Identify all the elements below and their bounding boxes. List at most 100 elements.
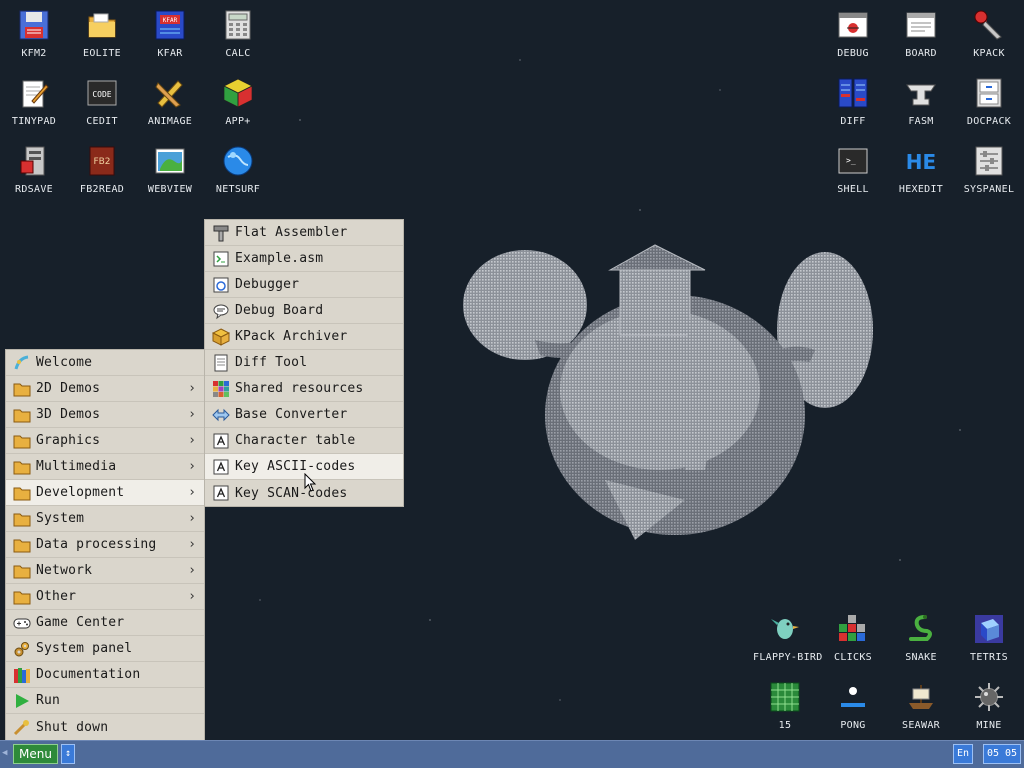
rdsave-desktop-icon[interactable]: RDSAVE [2, 136, 66, 195]
icon-label: SEAWAR [902, 720, 940, 731]
submenu-item-diff-tool[interactable]: Diff Tool [205, 350, 403, 376]
fb2read-desktop-icon[interactable]: FB2 FB2READ [70, 136, 134, 195]
cedit-desktop-icon[interactable]: CODE CEDIT [70, 68, 134, 127]
folder-icon [12, 536, 32, 554]
gears-icon [12, 640, 32, 658]
menu-item-system[interactable]: System › [6, 506, 204, 532]
fasm-desktop-icon[interactable]: FASM [889, 68, 953, 127]
icon-label: KFAR [157, 48, 183, 59]
kfar-desktop-icon[interactable]: KFAR KFAR [138, 0, 202, 59]
netsurf-desktop-icon[interactable]: NETSURF [206, 136, 270, 195]
snake-icon [904, 612, 938, 646]
submenu-item-label: KPack Archiver [235, 329, 348, 344]
flappy-bird-desktop-icon[interactable]: FLAPPY-BIRD [753, 604, 822, 663]
menu-item-label: System panel [36, 641, 133, 656]
clicks-desktop-icon[interactable]: CLICKS [821, 604, 885, 663]
sailing-ship-icon [904, 680, 938, 714]
chevron-right-icon: › [188, 407, 196, 422]
fifteen-desktop-icon[interactable]: 15 [753, 672, 817, 731]
menu-item-network[interactable]: Network › [6, 558, 204, 584]
submenu-item-kpack-archiver[interactable]: KPack Archiver [205, 324, 403, 350]
hexedit-desktop-icon[interactable]: HE HEXEDIT [889, 136, 953, 195]
icon-label: DOCPACK [966, 116, 1012, 127]
letter-a-icon [211, 484, 231, 502]
submenu-item-label: Diff Tool [235, 355, 308, 370]
seawar-desktop-icon[interactable]: SEAWAR [889, 672, 953, 731]
submenu-item-flat-assembler[interactable]: Flat Assembler [205, 220, 403, 246]
icon-label: EOLITE [83, 48, 121, 59]
tetris-desktop-icon[interactable]: TETRIS [957, 604, 1021, 663]
fb2-glyph: FB2 [93, 157, 110, 167]
submenu-item-character-table[interactable]: Character table [205, 428, 403, 454]
menu-item-other[interactable]: Other › [6, 584, 204, 610]
language-indicator[interactable]: En [953, 744, 973, 764]
kpack-desktop-icon[interactable]: KPACK [957, 0, 1021, 59]
animage-desktop-icon[interactable]: ANIMAGE [138, 68, 202, 127]
development-submenu: Flat Assembler Example.asm Debugger Debu… [204, 219, 404, 507]
mine-desktop-icon[interactable]: MINE [957, 672, 1021, 731]
menu-item-2d-demos[interactable]: 2D Demos › [6, 376, 204, 402]
paddle-ball-icon [836, 680, 870, 714]
folder-icon [85, 8, 119, 42]
rubik-cube-icon [221, 76, 255, 110]
webview-desktop-icon[interactable]: WEBVIEW [138, 136, 202, 195]
syspanel-desktop-icon[interactable]: SYSPANEL [957, 136, 1021, 195]
menu-item-welcome[interactable]: Welcome [6, 350, 204, 376]
letter-a-icon [211, 458, 231, 476]
menu-item-graphics[interactable]: Graphics › [6, 428, 204, 454]
icon-label: DEBUG [837, 48, 869, 59]
menu-item-multimedia[interactable]: Multimedia › [6, 454, 204, 480]
docpack-desktop-icon[interactable]: DOCPACK [957, 68, 1021, 127]
submenu-item-shared-resources[interactable]: Shared resources [205, 376, 403, 402]
tetris-cube-icon [972, 612, 1006, 646]
calc-desktop-icon[interactable]: CALC [206, 0, 270, 59]
board-desktop-icon[interactable]: BOARD [889, 0, 953, 59]
grid-puzzle-icon [768, 680, 802, 714]
menu-button[interactable]: Menu [13, 744, 58, 764]
menu-item-game-center[interactable]: Game Center [6, 610, 204, 636]
globe-icon [221, 144, 255, 178]
chevron-right-icon: › [188, 433, 196, 448]
icon-label: SNAKE [905, 652, 937, 663]
menu-item-system-panel[interactable]: System panel [6, 636, 204, 662]
icon-label: ANIMAGE [147, 116, 193, 127]
icon-label: HEXEDIT [898, 184, 944, 195]
app-plus-desktop-icon[interactable]: APP+ [206, 68, 270, 127]
submenu-item-debugger[interactable]: Debugger [205, 272, 403, 298]
book-icon: FB2 [85, 144, 119, 178]
cedit-glyph: CODE [92, 90, 111, 99]
bird-icon [768, 612, 802, 646]
submenu-item-label: Example.asm [235, 251, 324, 266]
folder-icon [12, 484, 32, 502]
shell-desktop-icon[interactable]: >_ SHELL [821, 136, 885, 195]
menu-item-3d-demos[interactable]: 3D Demos › [6, 402, 204, 428]
submenu-item-debug-board[interactable]: Debug Board [205, 298, 403, 324]
diff-desktop-icon[interactable]: DIFF [821, 68, 885, 127]
tinypad-desktop-icon[interactable]: TINYPAD [2, 68, 66, 127]
menu-item-shut-down[interactable]: Shut down [6, 714, 204, 740]
icon-label: CLICKS [834, 652, 872, 663]
snake-desktop-icon[interactable]: SNAKE [889, 604, 953, 663]
menu-item-documentation[interactable]: Documentation [6, 662, 204, 688]
submenu-item-base-converter[interactable]: Base Converter [205, 402, 403, 428]
archive-box-icon [211, 327, 231, 346]
menu-item-data-processing[interactable]: Data processing › [6, 532, 204, 558]
task-switch-button[interactable]: ↕ [61, 744, 75, 764]
pong-desktop-icon[interactable]: PONG [821, 672, 885, 731]
chevron-right-icon: › [188, 537, 196, 552]
icon-label: RDSAVE [15, 184, 53, 195]
document-icon [211, 354, 231, 372]
debug-desktop-icon[interactable]: DEBUG [821, 0, 885, 59]
taskbar-left-arrow-icon[interactable]: ◀ [2, 748, 7, 758]
taskbar [0, 740, 1024, 768]
menu-item-development[interactable]: Development › [6, 480, 204, 506]
menu-item-run[interactable]: Run [6, 688, 204, 714]
kfm2-desktop-icon[interactable]: KFM2 [2, 0, 66, 59]
submenu-item-example-asm[interactable]: Example.asm [205, 246, 403, 272]
icon-label: TINYPAD [11, 116, 57, 127]
prompt-glyph: >_ [846, 156, 856, 165]
eolite-desktop-icon[interactable]: EOLITE [70, 0, 134, 59]
submenu-item-label: Shared resources [235, 381, 364, 396]
folder-icon [12, 458, 32, 476]
folder-icon [12, 432, 32, 450]
